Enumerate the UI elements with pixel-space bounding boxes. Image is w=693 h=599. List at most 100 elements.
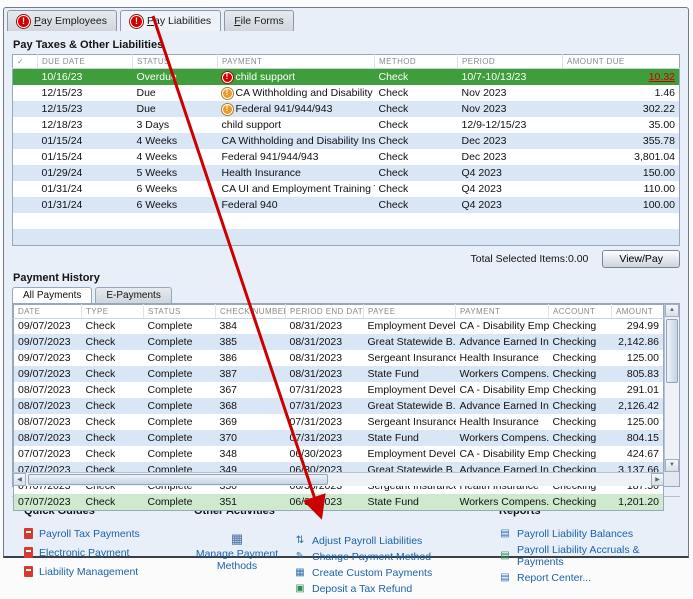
- payment-history-title: Payment History: [13, 271, 100, 284]
- payment-row[interactable]: 07/07/2023 Check Complete 351 06/30/2023 Stat…: [13, 494, 664, 510]
- link-label: Electronic Payment: [39, 546, 130, 559]
- link-label: Adjust Payroll Liabilities: [312, 534, 423, 547]
- col-amount: AMOUNT: [611, 304, 664, 319]
- alert-icon: !: [17, 14, 30, 28]
- payment-row[interactable]: 09/07/2023 Check Complete 384 08/31/2023 Empl…: [13, 318, 664, 334]
- alert-icon: !: [221, 87, 233, 99]
- liability-row[interactable]: 01/15/24 4 Weeks Federal 941/944/943 Check D…: [12, 149, 680, 165]
- tab-label: Pay Liabilities: [146, 15, 212, 27]
- adjust-payroll-liabilities-link[interactable]: ⇅ Adjust Payroll Liabilities: [294, 535, 432, 547]
- alert-icon: !: [221, 103, 233, 115]
- payment-row[interactable]: 09/07/2023 Check Complete 385 08/31/2023 Grea…: [13, 334, 664, 350]
- manage-payment-methods-label: Manage Payment Methods: [195, 547, 279, 572]
- liability-row[interactable]: 01/29/24 5 Weeks Health Insurance Check Q4 2…: [12, 165, 680, 181]
- link-label: Payroll Liability Accruals & Payments: [517, 543, 640, 568]
- tab-label: File Forms: [234, 15, 284, 27]
- payment-name: child support: [235, 71, 296, 83]
- link-label: Report Center...: [517, 571, 592, 584]
- liabilities-header-row: ✓ DUE DATE STATUS PAYMENT METHOD PERIOD …: [12, 54, 680, 69]
- pdf-icon: [24, 566, 33, 577]
- reports-list: ▤ Payroll Liability Balances ▤ Payroll Liab…: [499, 528, 672, 584]
- payment-name: CA UI and Employment Training Tax: [221, 183, 375, 195]
- payment-row[interactable]: 08/07/2023 Check Complete 369 07/31/2023 Serg…: [13, 414, 664, 430]
- empty-row: [12, 229, 680, 245]
- view-pay-button[interactable]: View/Pay: [602, 249, 680, 268]
- tab-pay-employees[interactable]: ! Pay Employees: [7, 10, 117, 31]
- tab-pay-liabilities[interactable]: ! Pay Liabilities: [119, 10, 222, 31]
- report-center-icon: ▤: [500, 572, 510, 583]
- col-type: TYPE: [81, 304, 144, 319]
- payroll-liability-balances-icon: ▤: [500, 528, 510, 539]
- scroll-down-icon[interactable]: ▼: [665, 458, 679, 472]
- deposit-a-tax-refund-link[interactable]: ▣ Deposit a Tax Refund: [294, 583, 432, 595]
- tab-label: Pay Employees: [34, 15, 107, 27]
- vertical-scrollbar[interactable]: ▲ ▼: [664, 303, 679, 472]
- liability-row[interactable]: 12/15/23 Due! CA Withholding and Disabilit…: [12, 85, 680, 101]
- tab-file-forms[interactable]: File Forms: [224, 10, 294, 31]
- report-center-link[interactable]: ▤ Report Center...: [499, 572, 672, 584]
- liability-row[interactable]: 01/31/24 6 Weeks CA UI and Employment Trai…: [12, 181, 680, 197]
- payroll-tax-payments-link[interactable]: Payroll Tax Payments: [24, 528, 194, 540]
- scroll-up-icon[interactable]: ▲: [665, 303, 679, 317]
- payroll-liability-balances-link[interactable]: ▤ Payroll Liability Balances: [499, 528, 672, 540]
- payment-row[interactable]: 08/07/2023 Check Complete 368 07/31/2023 Grea…: [13, 398, 664, 414]
- tab-e-payments[interactable]: E-Payments: [95, 286, 172, 303]
- liability-row[interactable]: 01/15/24 4 Weeks CA Withholding and Disabi…: [12, 133, 680, 149]
- col-status: STATUS: [132, 54, 218, 69]
- horizontal-scroll-thumb[interactable]: [28, 473, 328, 485]
- payment-name: Federal 941/944/943: [221, 151, 319, 163]
- liability-row[interactable]: 10/16/23 Overdue! child support Check 10/7-1…: [12, 68, 680, 85]
- scroll-right-icon[interactable]: ▶: [651, 472, 664, 486]
- quick-guides-section: Quick Guides Payroll Tax Payments Electro…: [24, 505, 194, 599]
- payment-row[interactable]: 08/07/2023 Check Complete 370 07/31/2023 Stat…: [13, 430, 664, 446]
- liability-row[interactable]: 01/31/24 6 Weeks Federal 940 Check Q4 2023 10…: [12, 197, 680, 213]
- manage-payment-methods-link[interactable]: ▦ Manage Payment Methods: [194, 532, 280, 599]
- col-method: METHOD: [374, 54, 458, 69]
- link-label: Create Custom Payments: [312, 566, 433, 579]
- col-amount-due: AMOUNT DUE: [562, 54, 680, 69]
- payroll-liability-accruals-payments-icon: ▤: [500, 550, 510, 561]
- payment-row[interactable]: 09/07/2023 Check Complete 386 08/31/2023 Serg…: [13, 350, 664, 366]
- payment-name: Health Insurance: [221, 167, 301, 179]
- scroll-left-icon[interactable]: ◀: [13, 472, 26, 486]
- create-custom-payments-icon: ▦: [295, 567, 305, 578]
- col-payment: PAYMENT: [217, 54, 375, 69]
- payment-name: CA Withholding and Disability Insurance: [221, 135, 375, 147]
- payment-history-panel: DATE TYPE STATUS CHECK NUMBER PERIOD END…: [12, 302, 680, 511]
- payment-history-tabs: All Payments E-Payments: [12, 286, 680, 303]
- vertical-scroll-thumb[interactable]: [666, 318, 678, 383]
- link-label: Payroll Tax Payments: [39, 527, 140, 540]
- liabilities-table: ✓ DUE DATE STATUS PAYMENT METHOD PERIOD …: [12, 54, 680, 246]
- pdf-icon: [24, 528, 33, 539]
- alert-icon: !: [221, 71, 233, 83]
- create-custom-payments-link[interactable]: ▦ Create Custom Payments: [294, 567, 432, 579]
- electronic-payment-link[interactable]: Electronic Payment: [24, 547, 194, 559]
- other-activities-section: Other Activities ▦ Manage Payment Method…: [194, 505, 499, 599]
- liabilities-tbody: 10/16/23 Overdue! child support Check 10/7-1…: [12, 68, 680, 245]
- total-selected-items: Total Selected Items:0.00: [470, 252, 589, 265]
- liability-row[interactable]: 12/18/23 3 Days child support Check 12/9-12/…: [12, 117, 680, 133]
- change-payment-method-icon: ✎: [295, 551, 305, 562]
- total-row: Total Selected Items:0.00 View/Pay: [12, 249, 680, 268]
- horizontal-scrollbar[interactable]: ◀ ▶: [13, 471, 664, 486]
- reports-section: Reports ▤ Payroll Liability Balances ▤ Payr…: [499, 505, 672, 599]
- payment-row[interactable]: 08/07/2023 Check Complete 367 07/31/2023 Empl…: [13, 382, 664, 398]
- pdf-icon: [24, 547, 33, 558]
- content-area: Pay Taxes & Other Liabilities ✓ DUE DATE…: [4, 31, 688, 599]
- pay-liabilities-window: ! Pay Employees ! Pay Liabilities File F…: [3, 7, 689, 595]
- link-label: Payroll Liability Balances: [517, 527, 634, 540]
- liability-management-link[interactable]: Liability Management: [24, 566, 194, 578]
- payroll-liability-accruals-payments-link[interactable]: ▤ Payroll Liability Accruals & Payments: [499, 544, 672, 568]
- payment-name: child support: [221, 119, 282, 131]
- liabilities-section-title: Pay Taxes & Other Liabilities: [13, 39, 164, 51]
- payment-row[interactable]: 09/07/2023 Check Complete 387 08/31/2023 Stat…: [13, 366, 664, 382]
- col-account: ACCOUNT: [548, 304, 612, 319]
- col-payee: PAYEE: [363, 304, 456, 319]
- col-date: DATE: [13, 304, 82, 319]
- payment-name: CA Withholding and Disability Insurance: [235, 87, 375, 99]
- col-check: ✓: [12, 54, 38, 69]
- liability-row[interactable]: 12/15/23 Due! Federal 941/944/943 Check Nov …: [12, 101, 680, 117]
- adjust-payroll-liabilities-icon: ⇅: [295, 535, 305, 546]
- tab-all-payments[interactable]: All Payments: [12, 286, 93, 303]
- payment-row[interactable]: 07/07/2023 Check Complete 348 06/30/2023 Empl…: [13, 446, 664, 462]
